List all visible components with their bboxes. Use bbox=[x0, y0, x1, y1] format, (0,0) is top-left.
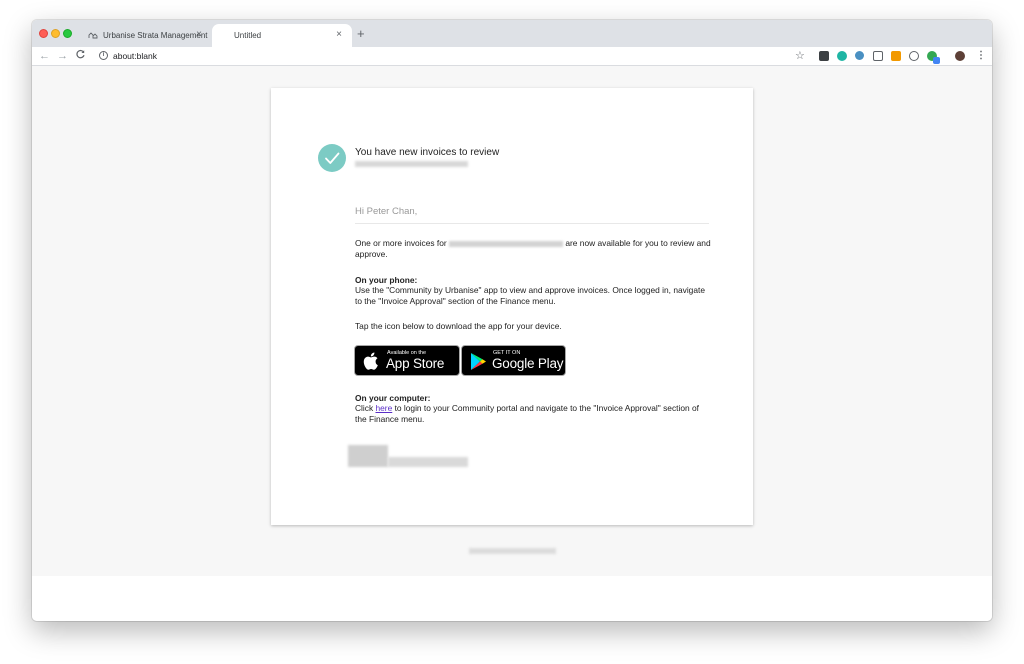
tap-instructions: Tap the icon below to download the app f… bbox=[355, 321, 562, 331]
profile-avatar[interactable] bbox=[955, 51, 965, 61]
check-icon bbox=[318, 144, 346, 172]
phone-heading: On your phone: bbox=[355, 275, 418, 285]
browser-toolbar: ← → i about:blank ☆ ⋮ bbox=[32, 47, 992, 66]
computer-instructions: Click here to login to your Community po… bbox=[355, 403, 711, 424]
intro-paragraph: One or more invoices for are now availab… bbox=[355, 238, 711, 259]
google-play-icon bbox=[471, 353, 486, 370]
extension-sync-icon[interactable] bbox=[909, 51, 919, 61]
intro-text-start: One or more invoices for bbox=[355, 238, 447, 248]
urbanise-logo-icon bbox=[88, 32, 98, 39]
app-store-big-text: App Store bbox=[386, 356, 445, 371]
redacted-footer bbox=[469, 548, 556, 554]
menu-icon[interactable]: ⋮ bbox=[976, 49, 986, 63]
extension-shield-icon[interactable] bbox=[819, 51, 829, 61]
address-bar[interactable]: about:blank bbox=[113, 50, 157, 62]
tab-label: Urbanise Strata Management bbox=[103, 31, 208, 40]
divider bbox=[355, 223, 709, 224]
maximize-window-button[interactable] bbox=[63, 29, 72, 38]
extension-chat-icon[interactable] bbox=[837, 51, 847, 61]
computer-click-text: Click bbox=[355, 403, 374, 413]
close-tab-icon[interactable]: × bbox=[336, 30, 342, 40]
redacted-property-name bbox=[449, 240, 564, 247]
info-icon[interactable]: i bbox=[99, 51, 108, 60]
greeting: Hi Peter Chan, bbox=[355, 206, 418, 217]
tab-label: Untitled bbox=[234, 31, 262, 40]
google-play-big-text: Google Play bbox=[492, 356, 564, 371]
email-heading: You have new invoices to review bbox=[355, 147, 500, 158]
extension-screenshot-icon[interactable] bbox=[873, 51, 883, 61]
back-icon[interactable]: ← bbox=[39, 49, 50, 63]
reload-icon[interactable] bbox=[75, 49, 86, 65]
redacted-signature-logo bbox=[348, 445, 388, 467]
portal-login-link[interactable]: here bbox=[375, 403, 392, 413]
bookmark-star-icon[interactable]: ☆ bbox=[795, 49, 805, 63]
email-card: You have new invoices to review Hi Peter… bbox=[271, 88, 753, 525]
computer-heading: On your computer: bbox=[355, 393, 431, 403]
google-play-button[interactable]: GET IT ON Google Play bbox=[461, 345, 566, 376]
minimize-window-button[interactable] bbox=[51, 29, 60, 38]
redacted-subheading bbox=[355, 161, 468, 167]
tab-untitled[interactable]: Untitled × bbox=[212, 24, 352, 47]
tab-strip: Urbanise Strata Management × Untitled × … bbox=[32, 20, 992, 47]
extension-mail-icon[interactable] bbox=[891, 51, 901, 61]
browser-window: Urbanise Strata Management × Untitled × … bbox=[32, 20, 992, 621]
close-tab-icon[interactable]: × bbox=[196, 30, 202, 40]
extension-badge-icon bbox=[933, 57, 940, 64]
apple-icon bbox=[363, 352, 378, 370]
page-content: You have new invoices to review Hi Peter… bbox=[32, 66, 992, 576]
forward-icon[interactable]: → bbox=[57, 49, 68, 63]
app-store-button[interactable]: Available on the App Store bbox=[354, 345, 460, 376]
extension-bug-icon[interactable] bbox=[855, 51, 864, 60]
redacted-signature-name bbox=[388, 457, 468, 467]
tab-urbanise[interactable]: Urbanise Strata Management × bbox=[76, 24, 212, 47]
new-tab-button[interactable]: + bbox=[357, 27, 365, 40]
phone-instructions: Use the "Community by Urbanise" app to v… bbox=[355, 285, 705, 306]
close-window-button[interactable] bbox=[39, 29, 48, 38]
computer-text: to login to your Community portal and na… bbox=[355, 403, 699, 424]
page-bottom bbox=[32, 576, 992, 621]
